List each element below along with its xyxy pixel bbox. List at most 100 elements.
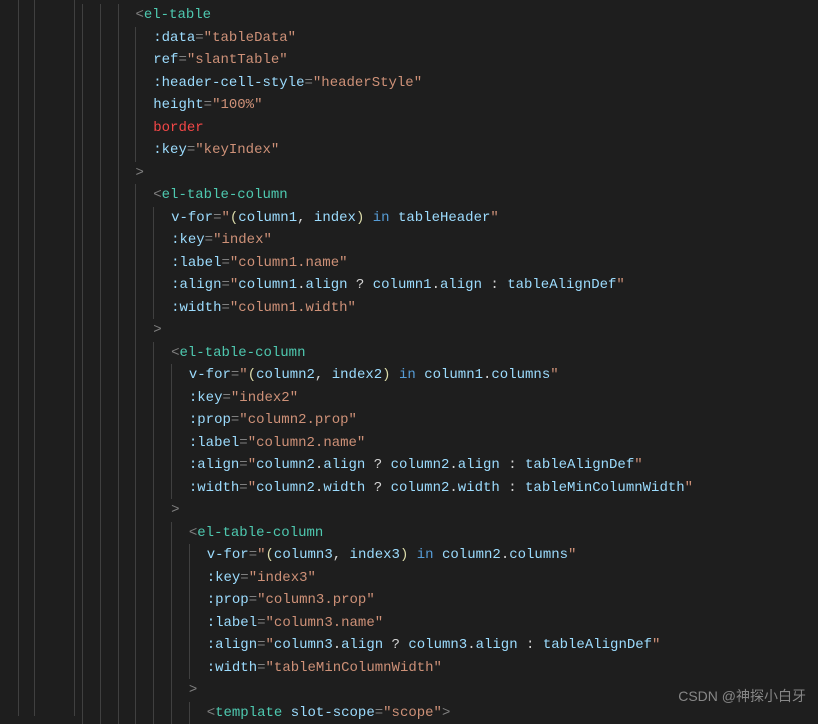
token-v: column1 <box>373 277 432 293</box>
code-line[interactable]: border <box>82 117 818 140</box>
token-d: : <box>518 637 543 653</box>
code-line[interactable]: :width="column2.width ? column2.width : … <box>82 477 818 500</box>
token-a: ref <box>153 52 178 68</box>
code-editor[interactable]: <el-table :data="tableData" ref="slantTa… <box>82 0 818 716</box>
code-line[interactable]: :label="column2.name" <box>82 432 818 455</box>
token-p: > <box>171 502 179 518</box>
token-a: :prop <box>207 592 249 608</box>
token-v: tableAlignDef <box>507 277 616 293</box>
token-p: = <box>221 300 229 316</box>
token-p: = <box>178 52 186 68</box>
token-a: :key <box>153 142 187 158</box>
token-v: tableMinColumnWidth <box>525 480 685 496</box>
code-line[interactable]: :header-cell-style="headerStyle" <box>82 72 818 95</box>
token-d: . <box>449 480 457 496</box>
token-r: border <box>153 120 203 136</box>
token-v: align <box>323 457 365 473</box>
token-v: index <box>314 210 356 226</box>
code-line[interactable]: :key="keyIndex" <box>82 139 818 162</box>
code-line[interactable]: :prop="column3.prop" <box>82 589 818 612</box>
code-line[interactable]: :label="column1.name" <box>82 252 818 275</box>
token-d: . <box>432 277 440 293</box>
token-sq: " <box>221 210 229 226</box>
token-t: template <box>215 705 282 721</box>
code-line[interactable]: <el-table-column <box>82 184 818 207</box>
token-p: = <box>375 705 383 721</box>
code-line[interactable]: > <box>82 499 818 522</box>
token-sq: " <box>616 277 624 293</box>
code-line[interactable]: :key="index3" <box>82 567 818 590</box>
token-a: :width <box>207 660 257 676</box>
code-line[interactable]: <el-table <box>82 4 818 27</box>
token-a: :key <box>207 570 241 586</box>
token-v: align <box>306 277 348 293</box>
token-a: v-for <box>171 210 213 226</box>
code-line[interactable]: :key="index" <box>82 229 818 252</box>
code-line[interactable]: :label="column3.name" <box>82 612 818 635</box>
code-line[interactable]: <el-table-column <box>82 522 818 545</box>
token-sq: " <box>248 457 256 473</box>
code-line[interactable]: :align="column2.align ? column2.align : … <box>82 454 818 477</box>
token-a: :prop <box>189 412 231 428</box>
code-line[interactable]: > <box>82 319 818 342</box>
token-d: ? <box>365 480 390 496</box>
token-d: ? <box>365 457 390 473</box>
token-v: column2 <box>256 457 315 473</box>
token-p: = <box>240 570 248 586</box>
code-line[interactable]: :data="tableData" <box>82 27 818 50</box>
token-p: = <box>239 480 247 496</box>
token-d: . <box>333 637 341 653</box>
token-a: v-for <box>189 367 231 383</box>
token-a: :align <box>171 277 221 293</box>
code-line[interactable]: > <box>82 162 818 185</box>
token-s: "column2.prop" <box>239 412 357 428</box>
code-line[interactable]: height="100%" <box>82 94 818 117</box>
token-s: "index2" <box>231 390 298 406</box>
token-d: : <box>500 480 525 496</box>
token-p: = <box>195 30 203 46</box>
token-v: column1 <box>238 277 297 293</box>
token-a: :key <box>171 232 205 248</box>
token-v: column3 <box>274 547 333 563</box>
code-line[interactable]: :width="tableMinColumnWidth" <box>82 657 818 680</box>
token-sq: " <box>257 547 265 563</box>
token-d: . <box>467 637 475 653</box>
token-v: align <box>341 637 383 653</box>
code-line[interactable]: v-for="(column2, index2) in column1.colu… <box>82 364 818 387</box>
token-p: = <box>239 435 247 451</box>
token-sq: " <box>248 480 256 496</box>
token-s: "column3.prop" <box>257 592 375 608</box>
token-v: column2 <box>256 367 315 383</box>
token-d: , <box>297 210 314 226</box>
code-line[interactable]: :align="column3.align ? column3.align : … <box>82 634 818 657</box>
code-line[interactable]: :prop="column2.prop" <box>82 409 818 432</box>
watermark: CSDN @神探小白牙 <box>678 686 806 706</box>
token-v: column1 <box>238 210 297 226</box>
code-line[interactable]: v-for="(column3, index3) in column2.colu… <box>82 544 818 567</box>
code-line[interactable]: :align="column1.align ? column1.align : … <box>82 274 818 297</box>
code-line[interactable]: :key="index2" <box>82 387 818 410</box>
code-line[interactable]: :width="column1.width" <box>82 297 818 320</box>
token-y: ) <box>382 367 390 383</box>
code-line[interactable]: <el-table-column <box>82 342 818 365</box>
token-a: :header-cell-style <box>153 75 304 91</box>
token-sq: " <box>652 637 660 653</box>
token-d <box>391 367 399 383</box>
token-p: = <box>257 637 265 653</box>
token-p: = <box>221 277 229 293</box>
token-d: : <box>482 277 507 293</box>
token-v: columns <box>491 367 550 383</box>
token-a: v-for <box>207 547 249 563</box>
code-line[interactable]: ref="slantTable" <box>82 49 818 72</box>
code-line[interactable]: v-for="(column1, index) in tableHeader" <box>82 207 818 230</box>
token-v: column2 <box>442 547 501 563</box>
token-t: el-table-column <box>179 345 305 361</box>
token-v: column3 <box>274 637 333 653</box>
token-p: < <box>153 187 161 203</box>
token-a: :label <box>207 615 257 631</box>
token-v: index3 <box>350 547 400 563</box>
token-s: "100%" <box>212 97 262 113</box>
token-d: . <box>297 277 305 293</box>
token-sq: " <box>239 367 247 383</box>
editor-gutter <box>0 0 82 716</box>
